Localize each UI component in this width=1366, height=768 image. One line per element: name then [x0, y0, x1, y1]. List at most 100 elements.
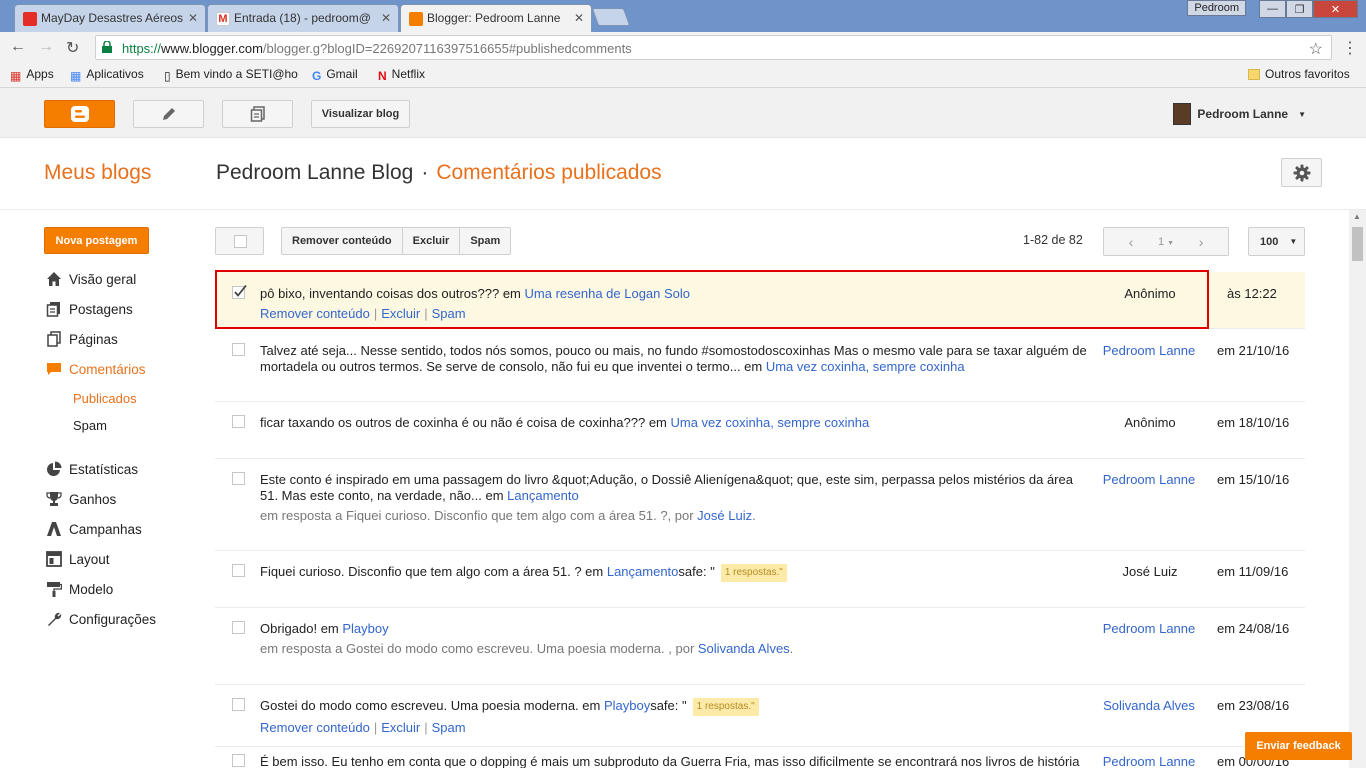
sidebar-item-comments[interactable]: Comentários: [44, 359, 146, 379]
post-link[interactable]: Uma vez coxinha, sempre coxinha: [766, 359, 965, 374]
close-icon[interactable]: ✕: [381, 11, 391, 25]
sidebar-item-campaigns[interactable]: Campanhas: [44, 519, 142, 539]
checkbox[interactable]: [232, 343, 245, 356]
sidebar-item-posts[interactable]: Postagens: [44, 299, 133, 319]
page-select[interactable]: 1 ▼: [1158, 236, 1174, 248]
new-tab-button[interactable]: [591, 8, 631, 26]
spam-link[interactable]: Spam: [432, 720, 466, 735]
chevron-left-icon[interactable]: ‹: [1104, 234, 1158, 250]
bookmark-star-icon[interactable]: ☆: [1309, 39, 1323, 59]
select-all-checkbox[interactable]: [215, 227, 264, 255]
sidebar-subitem-published[interactable]: Publicados: [73, 391, 137, 406]
tab-youtube[interactable]: MayDay Desastres Aéreos ✕: [14, 4, 206, 32]
comment-author[interactable]: Pedroom Lanne: [1074, 472, 1224, 487]
url-scheme: https://: [122, 41, 162, 56]
tab-blogger[interactable]: Blogger: Pedroom Lanne ✕: [400, 4, 592, 33]
bookmark-netflix[interactable]: N Netflix: [378, 67, 425, 83]
post-link[interactable]: Playboy: [604, 698, 650, 713]
remove-content-button[interactable]: Remover conteúdo: [282, 228, 403, 254]
settings-button[interactable]: [1281, 158, 1322, 187]
chevron-right-icon[interactable]: ›: [1174, 234, 1228, 250]
comment-author: José Luiz: [1122, 564, 1178, 579]
bookmark-apps[interactable]: ▦ Apps: [10, 67, 54, 83]
scroll-up-icon[interactable]: ▲: [1353, 212, 1361, 221]
tab-gmail[interactable]: M Entrada (18) - pedroom@ ✕: [207, 4, 399, 32]
posts-icon: [250, 106, 265, 122]
bookmark-seti[interactable]: ▯ Bem vindo a SETI@ho: [164, 67, 298, 83]
reply-author-link[interactable]: José Luiz: [697, 508, 752, 523]
forward-icon[interactable]: →: [38, 38, 54, 56]
comment-date: em 23/08/16: [1217, 698, 1290, 713]
close-icon[interactable]: ✕: [574, 11, 584, 25]
pager: ‹ 1 ▼ ›: [1103, 227, 1229, 256]
reply-end: .: [789, 640, 794, 656]
menu-icon[interactable]: ⋮: [1342, 38, 1358, 58]
sidebar-item-stats[interactable]: Estatísticas: [44, 459, 138, 479]
page-icon: ▯: [164, 69, 171, 83]
vertical-scrollbar[interactable]: ▲: [1349, 210, 1366, 768]
sidebar-item-label: Postagens: [69, 301, 133, 317]
bookmark-aplicativos[interactable]: ▦ Aplicativos: [70, 67, 144, 83]
checkbox[interactable]: [232, 472, 245, 485]
comment-row[interactable]: É bem isso. Eu tenho em conta que o dopp…: [215, 747, 1305, 768]
sidebar-item-settings[interactable]: Configurações: [44, 609, 156, 629]
user-menu[interactable]: Pedroom Lanne ▼: [1173, 103, 1306, 125]
comment-row[interactable]: ficar taxando os outros de coxinha é ou …: [215, 402, 1305, 459]
post-link[interactable]: Lançamento: [507, 488, 579, 503]
checkbox[interactable]: [232, 621, 245, 634]
sidebar-item-template[interactable]: Modelo: [44, 579, 113, 599]
sidebar-item-earnings[interactable]: Ganhos: [44, 489, 116, 509]
bookmark-label: Netflix: [391, 67, 426, 81]
sidebar-subitem-spam[interactable]: Spam: [73, 418, 107, 433]
comment-author[interactable]: Pedroom Lanne: [1074, 621, 1224, 636]
reply-text: em resposta a Gostei do modo como escrev…: [260, 640, 698, 656]
comment-row[interactable]: Obrigado! em Playboy em resposta a Goste…: [215, 608, 1305, 685]
checkbox[interactable]: [232, 564, 245, 577]
window-close-icon[interactable]: ✕: [1313, 0, 1358, 18]
house-icon: [44, 270, 64, 288]
comment-date: em 11/09/16: [1217, 564, 1289, 579]
sidebar-item-pages[interactable]: Páginas: [44, 329, 118, 349]
comment-author[interactable]: Pedroom Lanne: [1074, 343, 1224, 358]
sidebar-item-layout[interactable]: Layout: [44, 549, 110, 569]
comment-author[interactable]: Solivanda Alves: [1074, 698, 1224, 713]
view-blog-button[interactable]: Visualizar blog: [311, 100, 410, 128]
remove-content-link[interactable]: Remover conteúdo: [260, 720, 370, 735]
blogger-home-button[interactable]: [44, 100, 115, 128]
address-bar[interactable]: https://www.blogger.com/blogger.g?blogID…: [95, 35, 1332, 60]
posts-list-button[interactable]: [222, 100, 293, 128]
checkbox[interactable]: [232, 698, 245, 711]
my-blogs-link[interactable]: Meus blogs: [44, 161, 151, 185]
comment-row[interactable]: Gostei do modo como escreveu. Uma poesia…: [215, 685, 1305, 747]
back-icon[interactable]: ←: [10, 38, 26, 56]
post-link[interactable]: Playboy: [342, 621, 388, 636]
bookmark-gmail[interactable]: G Gmail: [312, 67, 358, 83]
new-post-button[interactable]: [133, 100, 204, 128]
scroll-thumb[interactable]: [1352, 227, 1363, 261]
new-post-sidebar-button[interactable]: Nova postagem: [44, 227, 149, 254]
reload-icon[interactable]: ↻: [66, 38, 79, 58]
reply-author-link[interactable]: Solivanda Alves: [698, 641, 790, 656]
comment-row[interactable]: Este conto é inspirado em uma passagem d…: [215, 459, 1305, 551]
delete-link[interactable]: Excluir: [381, 720, 420, 735]
post-link[interactable]: Lançamento: [607, 564, 679, 579]
comment-row[interactable]: Talvez até seja... Nesse sentido, todos …: [215, 329, 1305, 402]
comment-text: Este conto é inspirado em uma passagem d…: [260, 472, 1073, 503]
comment-author[interactable]: Pedroom Lanne: [1074, 754, 1224, 768]
comment-text: Obrigado! em: [260, 621, 343, 636]
post-link[interactable]: Uma vez coxinha, sempre coxinha: [671, 415, 870, 430]
checkbox[interactable]: [232, 415, 245, 428]
maximize-icon[interactable]: ❐: [1286, 0, 1313, 18]
spam-button[interactable]: Spam: [460, 228, 510, 254]
delete-button[interactable]: Excluir: [403, 228, 461, 254]
profile-button[interactable]: Pedroom: [1187, 0, 1246, 16]
other-bookmarks[interactable]: Outros favoritos: [1248, 67, 1350, 81]
per-page-select[interactable]: 100 ▼: [1248, 227, 1305, 256]
close-icon[interactable]: ✕: [188, 11, 198, 25]
blog-name[interactable]: Pedroom Lanne Blog: [216, 161, 413, 184]
send-feedback-button[interactable]: Enviar feedback: [1245, 732, 1352, 760]
sidebar-item-overview[interactable]: Visão geral: [44, 269, 136, 289]
minimize-icon[interactable]: —: [1259, 0, 1286, 18]
comment-row[interactable]: Fiquei curioso. Disconfio que tem algo c…: [215, 551, 1305, 608]
checkbox[interactable]: [232, 754, 245, 767]
